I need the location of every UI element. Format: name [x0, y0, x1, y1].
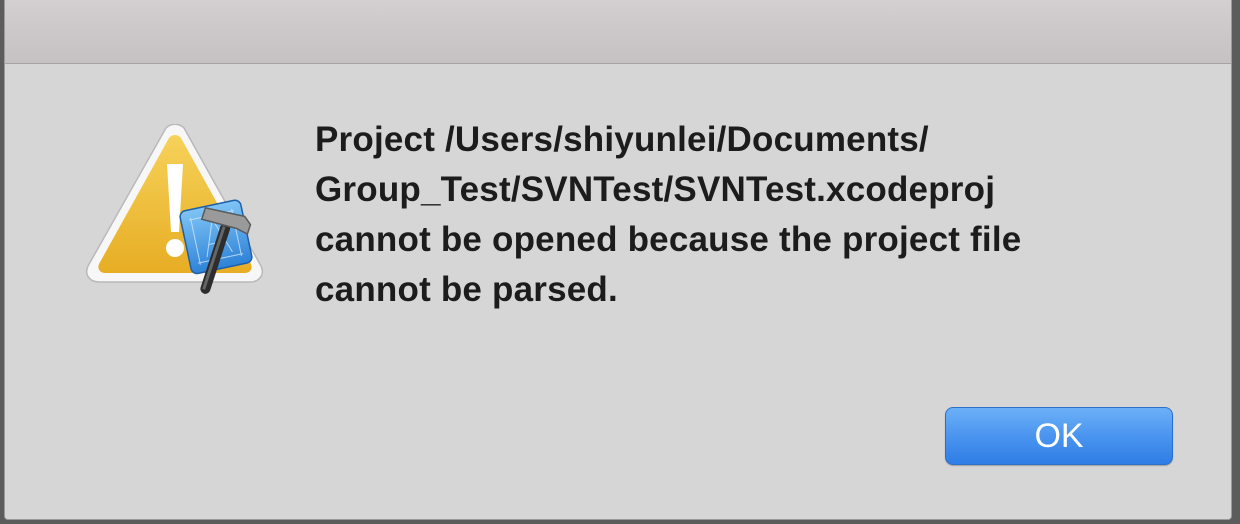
alert-message-line: Group_Test/SVNTest/SVNTest.xcodeproj [315, 170, 996, 209]
alert-dialog: Project /Users/shiyunlei/Documents/ Grou… [4, 0, 1232, 520]
xcode-caution-icon [86, 124, 263, 294]
alert-message-line: cannot be parsed. [315, 270, 618, 309]
dialog-titlebar [5, 0, 1231, 64]
ok-button[interactable]: OK [945, 407, 1173, 465]
alert-message-line: Project /Users/shiyunlei/Documents/ [315, 120, 929, 159]
screen-background: Project /Users/shiyunlei/Documents/ Grou… [0, 0, 1240, 524]
alert-message-line: cannot be opened because the project fil… [315, 220, 1022, 259]
alert-message: Project /Users/shiyunlei/Documents/ Grou… [315, 115, 1175, 315]
